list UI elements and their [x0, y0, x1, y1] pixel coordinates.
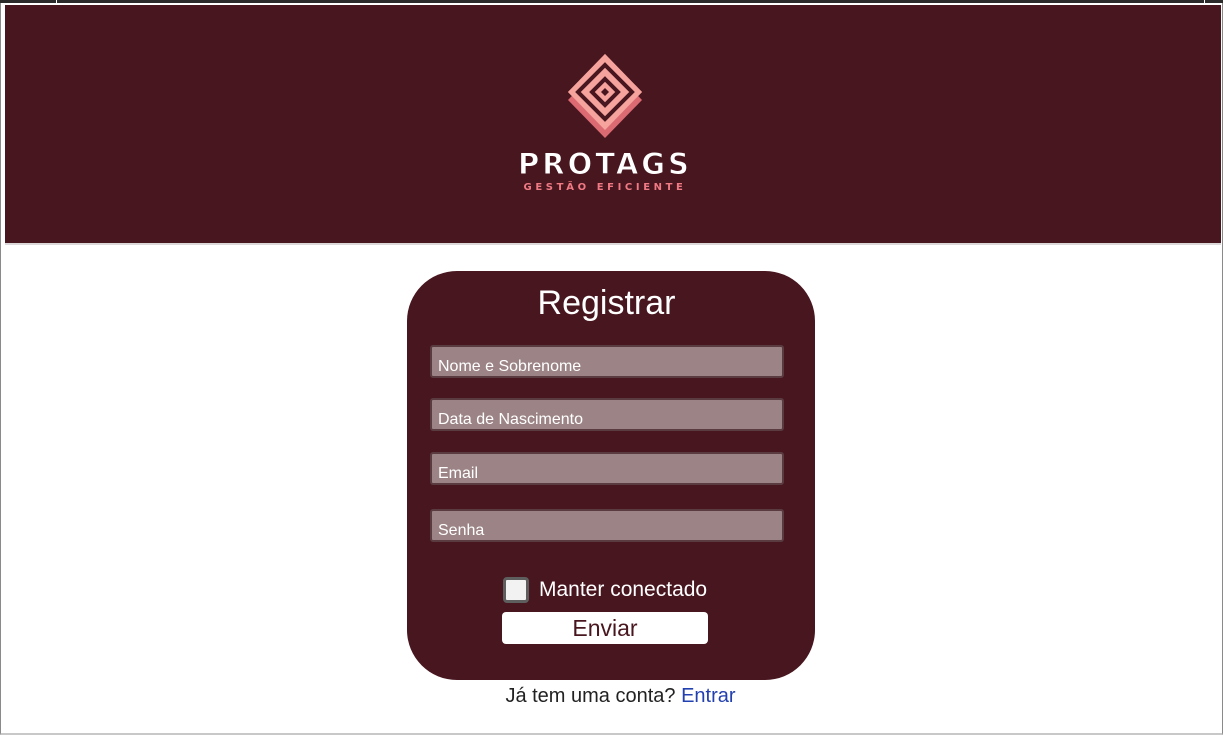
- password-input[interactable]: [430, 509, 784, 542]
- top-border: [0, 0, 1223, 3]
- remember-row: Manter conectado: [502, 575, 707, 605]
- form-title: Registrar: [537, 284, 676, 322]
- birth-date-input[interactable]: [430, 398, 784, 431]
- login-link[interactable]: Entrar: [681, 685, 735, 707]
- brand-name: PROTAGS: [518, 147, 692, 182]
- email-input[interactable]: [430, 452, 784, 485]
- protags-logo-icon: [568, 54, 642, 138]
- full-name-input[interactable]: [430, 345, 784, 378]
- login-prompt: Já tem uma conta?: [505, 685, 676, 707]
- remember-label[interactable]: Manter conectado: [539, 577, 707, 603]
- remember-checkbox[interactable]: [503, 577, 529, 603]
- header-divider: [5, 243, 1221, 245]
- brand-tagline: GESTÃO EFICIENTE: [523, 182, 687, 193]
- login-prompt-line: Já tem uma conta? Entrar: [0, 684, 1223, 708]
- submit-button[interactable]: Enviar: [502, 612, 708, 644]
